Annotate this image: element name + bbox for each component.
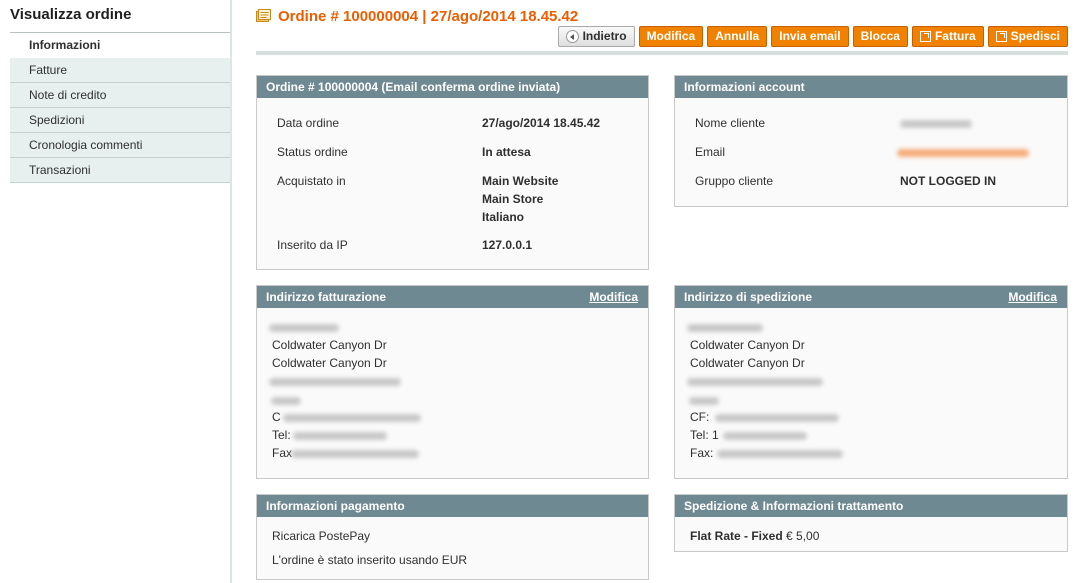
- header-divider: [256, 51, 1068, 55]
- sidebar-item-fatture[interactable]: Fatture: [10, 58, 230, 83]
- billing-fax-redacted: [291, 450, 419, 458]
- edit-billing-address-link[interactable]: Modifica: [589, 286, 638, 308]
- email-label: Email: [695, 145, 726, 159]
- order-date-label: Data ordine: [277, 116, 340, 130]
- order-info-heading: Ordine # 100000004 (Email conferma ordin…: [257, 76, 648, 98]
- invoice-button-label: Fattura: [934, 29, 976, 43]
- order-date-value: 27/ago/2014 18.45.42: [482, 116, 601, 130]
- sidebar-item-cronologia-commenti[interactable]: Cronologia commenti: [10, 133, 230, 158]
- purchased-from-label: Acquistato in: [277, 174, 346, 188]
- customer-name-redacted: [900, 120, 972, 128]
- billing-fax-label: Fax: [272, 446, 293, 460]
- sidebar-item-informazioni[interactable]: Informazioni: [10, 33, 230, 58]
- external-link-icon: [995, 31, 1007, 42]
- shipping-name-redacted: [687, 324, 763, 332]
- ship-button-label: Spedisci: [1010, 29, 1060, 43]
- purchased-from-store: Main Store: [482, 192, 544, 206]
- order-status-value: In attesa: [482, 145, 531, 159]
- billing-address-heading: Indirizzo fatturazione Modifica: [257, 286, 648, 308]
- invoice-button[interactable]: Fattura: [911, 26, 984, 47]
- shipping-cf-label: CF:: [690, 410, 710, 424]
- back-button[interactable]: Indietro: [557, 26, 635, 47]
- shipping-method-name: Flat Rate - Fixed: [690, 529, 783, 543]
- shipping-street-2: Coldwater Canyon Dr: [690, 356, 805, 370]
- payment-method: Ricarica PostePay: [272, 529, 371, 543]
- order-currency-note: L'ordine è stato inserito usando EUR: [272, 553, 468, 567]
- billing-city-redacted: [269, 378, 401, 386]
- cancel-order-button[interactable]: Annulla: [707, 26, 768, 47]
- account-info-box: Informazioni account Nome cliente Email …: [674, 75, 1068, 207]
- billing-address-box: Indirizzo fatturazione Modifica Coldwate…: [256, 285, 649, 479]
- shipping-street-1: Coldwater Canyon Dr: [690, 338, 805, 352]
- purchased-from-view: Italiano: [482, 210, 525, 224]
- billing-name-redacted: [269, 324, 339, 332]
- shipping-tel-redacted: [723, 432, 807, 440]
- shipping-fax-label: Fax:: [690, 446, 714, 460]
- sidebar-item-transazioni[interactable]: Transazioni: [10, 158, 230, 183]
- placed-from-ip-value: 127.0.0.1: [482, 238, 533, 252]
- external-link-icon: [919, 31, 931, 42]
- sidebar-title: Visualizza ordine: [10, 6, 132, 23]
- billing-tel-label: Tel:: [272, 428, 291, 442]
- shipping-country-redacted: [689, 397, 719, 405]
- billing-tel-redacted: [293, 432, 387, 440]
- customer-name-label: Nome cliente: [695, 116, 766, 130]
- shipping-city-redacted: [687, 378, 823, 386]
- edit-order-button[interactable]: Modifica: [638, 26, 704, 47]
- shipping-method-line: Flat Rate - Fixed € 5,00: [690, 529, 819, 543]
- sidebar-tabs: Informazioni Fatture Note di credito Spe…: [10, 33, 230, 183]
- billing-cf-label: C: [272, 410, 281, 424]
- sidebar-item-spedizioni[interactable]: Spedizioni: [10, 108, 230, 133]
- action-toolbar: Indietro Modifica Annulla Invia email Bl…: [557, 26, 1068, 47]
- sidebar-separator: [230, 0, 232, 583]
- shipping-info-heading: Spedizione & Informazioni trattamento: [675, 495, 1067, 517]
- placed-from-ip-label: Inserito da IP: [277, 238, 348, 252]
- billing-street-2: Coldwater Canyon Dr: [272, 356, 387, 370]
- page-title: Ordine # 100000004 | 27/ago/2014 18.45.4…: [278, 8, 579, 25]
- sidebar: Visualizza ordine Informazioni Fatture N…: [0, 0, 232, 583]
- shipping-info-box: Spedizione & Informazioni trattamento Fl…: [674, 494, 1068, 552]
- edit-shipping-address-link[interactable]: Modifica: [1008, 286, 1057, 308]
- payment-info-box: Informazioni pagamento Ricarica PostePay…: [256, 494, 649, 580]
- back-arrow-icon: [565, 30, 579, 43]
- shipping-fax-redacted: [717, 450, 843, 458]
- order-status-label: Status ordine: [277, 145, 348, 159]
- shipping-address-heading: Indirizzo di spedizione Modifica: [675, 286, 1067, 308]
- sidebar-item-note-di-credito[interactable]: Note di credito: [10, 83, 230, 108]
- customer-group-label: Gruppo cliente: [695, 174, 774, 188]
- billing-cf-redacted: [283, 414, 421, 422]
- email-redacted: [897, 149, 1029, 157]
- back-button-label: Indietro: [582, 29, 627, 43]
- customer-group-value: NOT LOGGED IN: [900, 174, 996, 188]
- send-email-button[interactable]: Invia email: [771, 26, 849, 47]
- ship-button[interactable]: Spedisci: [987, 26, 1068, 47]
- billing-street-1: Coldwater Canyon Dr: [272, 338, 387, 352]
- account-info-heading: Informazioni account: [675, 76, 1067, 98]
- order-document-icon: [256, 9, 271, 22]
- shipping-tel-label: Tel: 1: [690, 428, 719, 442]
- purchased-from-website: Main Website: [482, 174, 559, 188]
- billing-country-redacted: [271, 397, 301, 405]
- shipping-cf-redacted: [715, 414, 839, 422]
- shipping-address-box: Indirizzo di spedizione Modifica Coldwat…: [674, 285, 1068, 479]
- order-info-box: Ordine # 100000004 (Email conferma ordin…: [256, 75, 649, 270]
- billing-address-title: Indirizzo fatturazione: [266, 290, 386, 304]
- hold-button[interactable]: Blocca: [852, 26, 908, 47]
- shipping-method-price: € 5,00: [786, 529, 820, 543]
- payment-info-heading: Informazioni pagamento: [257, 495, 648, 517]
- shipping-address-title: Indirizzo di spedizione: [684, 290, 813, 304]
